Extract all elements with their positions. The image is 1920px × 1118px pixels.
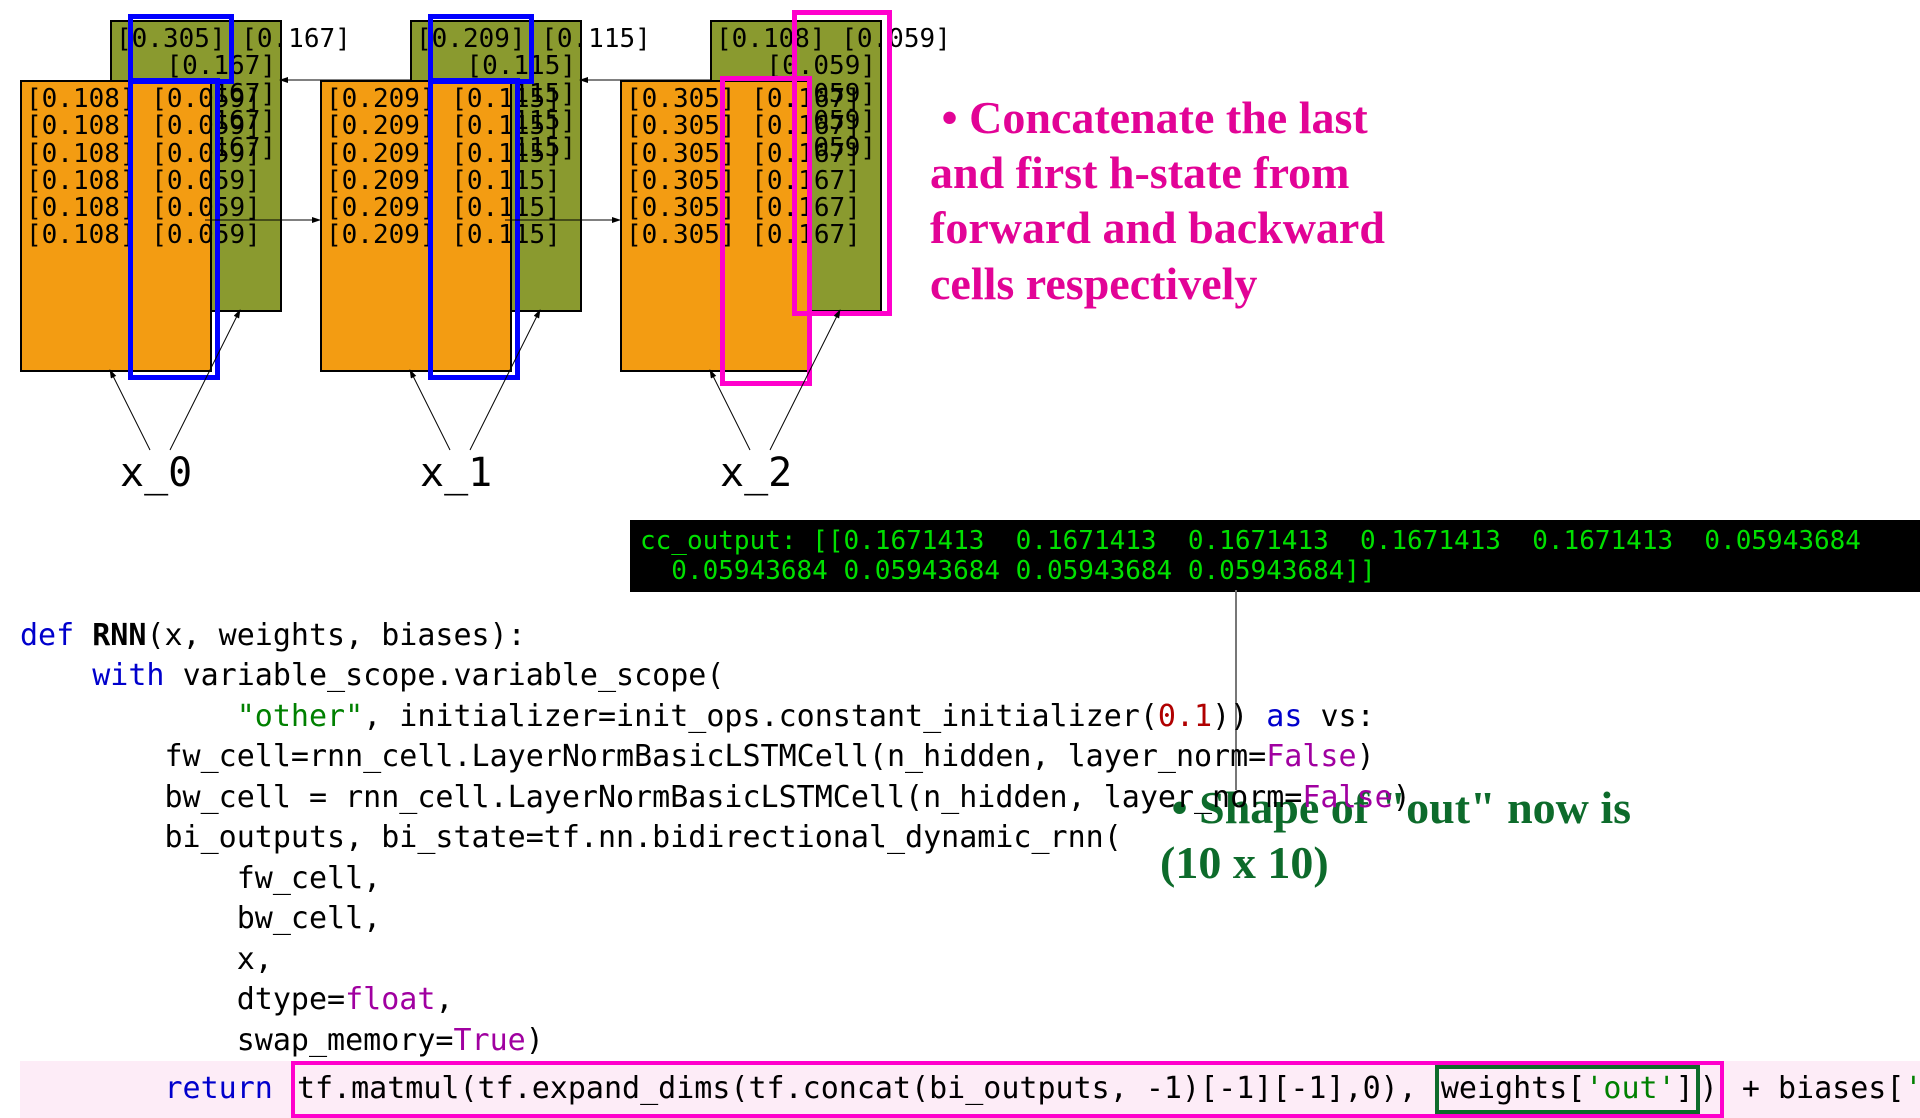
timestep-2: [0.108] [0.059] [0.059] [0.059] [0.059] … <box>620 20 910 390</box>
pink-box-2-front <box>720 76 812 386</box>
pink-return-box: tf.matmul(tf.expand_dims(tf.concat(bi_ou… <box>291 1061 1724 1118</box>
xlabel-2: x_2 <box>720 450 792 496</box>
rnn-diagram: [0.305] [0.167] [0.167] [0.167] [0.167] … <box>20 20 920 490</box>
blue-box-1-back <box>428 14 534 84</box>
timestep-1: [0.209] [0.115] [0.115] [0.115] [0.115] … <box>320 20 610 390</box>
code-block: def RNN(x, weights, biases): with variab… <box>20 575 1920 1118</box>
blue-box-0-front <box>128 78 220 380</box>
return-line: return tf.matmul(tf.expand_dims(tf.conca… <box>20 1061 1920 1118</box>
blue-box-0-back <box>128 14 234 84</box>
xlabel-1: x_1 <box>420 450 492 496</box>
green-weights-box: weights['out'] <box>1435 1065 1700 1114</box>
canvas: [0.305] [0.167] [0.167] [0.167] [0.167] … <box>0 0 1920 1080</box>
timestep-0: [0.305] [0.167] [0.167] [0.167] [0.167] … <box>20 20 310 390</box>
note-concatenate: • Concatenate the last and first h-state… <box>930 90 1385 311</box>
xlabel-0: x_0 <box>120 450 192 496</box>
blue-box-1-front <box>428 78 520 380</box>
